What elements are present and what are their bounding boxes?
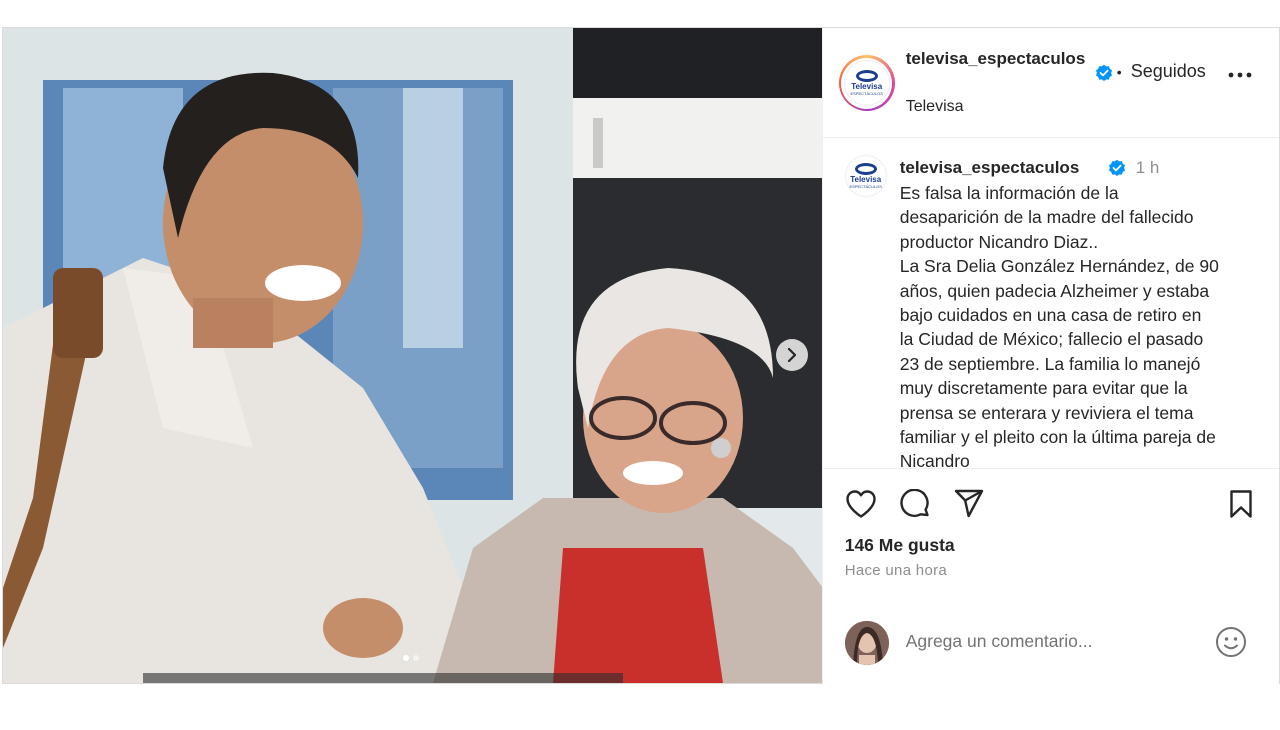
comment-input[interactable] [905,631,1206,652]
avatar-image [844,621,889,665]
carousel-indicator [403,655,419,661]
separator-dot: • [1116,64,1122,80]
caption-username[interactable]: televisa_espectaculos [900,158,1080,178]
televisa-logo-icon [855,70,878,82]
post-actions: 146 Me gusta Hace una hora [822,468,1279,685]
caption-text: Es falsa la información de la desaparici… [899,183,1219,468]
emoji-icon[interactable] [1215,626,1247,658]
current-user-avatar [844,621,889,665]
logo-word: Televisa [851,82,883,91]
chevron-right-icon [787,348,797,362]
carousel-next-button[interactable] [776,339,808,371]
post-timestamp[interactable]: Hace una hora [845,562,947,579]
header-subtitle[interactable]: Televisa [906,98,964,116]
comment-icon[interactable] [899,489,931,521]
caption-avatar[interactable]: Televisa ESPECTÁCULOS [844,155,887,197]
logo-sub: ESPECTÁCULOS [850,91,883,96]
post-header: Televisa ESPECTÁCULOS televisa_espectacu… [822,28,1279,138]
instagram-post: Televisa ESPECTÁCULOS televisa_espectacu… [2,27,1280,685]
caption-avatar-logo: Televisa ESPECTÁCULOS [844,155,887,197]
carousel-dot [413,655,419,661]
post-side-panel: Televisa ESPECTÁCULOS televisa_espectacu… [821,28,1279,685]
avatar: Televisa ESPECTÁCULOS [843,60,890,106]
more-options-icon[interactable] [1228,72,1252,78]
story-ring[interactable]: Televisa ESPECTÁCULOS [838,55,895,111]
avatar-frame: Televisa ESPECTÁCULOS [841,57,893,109]
likes-count[interactable]: 146 Me gusta [845,535,955,556]
following-button[interactable]: Seguidos [1131,61,1206,82]
bookmark-icon[interactable] [1228,489,1254,519]
caption-area: Televisa ESPECTÁCULOS televisa_espectacu… [823,138,1279,468]
header-username[interactable]: televisa_espectaculos [906,48,1096,70]
verified-badge-icon [1108,159,1125,176]
televisa-logo-icon [854,163,877,175]
add-comment-row [823,615,1279,675]
logo-sub: ESPECTÁCULOS [849,184,882,189]
heart-icon[interactable] [845,489,877,519]
logo-word: Televisa [850,175,882,184]
post-photo [3,28,822,683]
verified-badge-icon [1095,64,1112,81]
post-media[interactable] [3,28,822,683]
caption-timestamp[interactable]: 1 h [1136,158,1160,178]
carousel-dot-active [403,655,409,661]
share-icon[interactable] [953,489,985,519]
